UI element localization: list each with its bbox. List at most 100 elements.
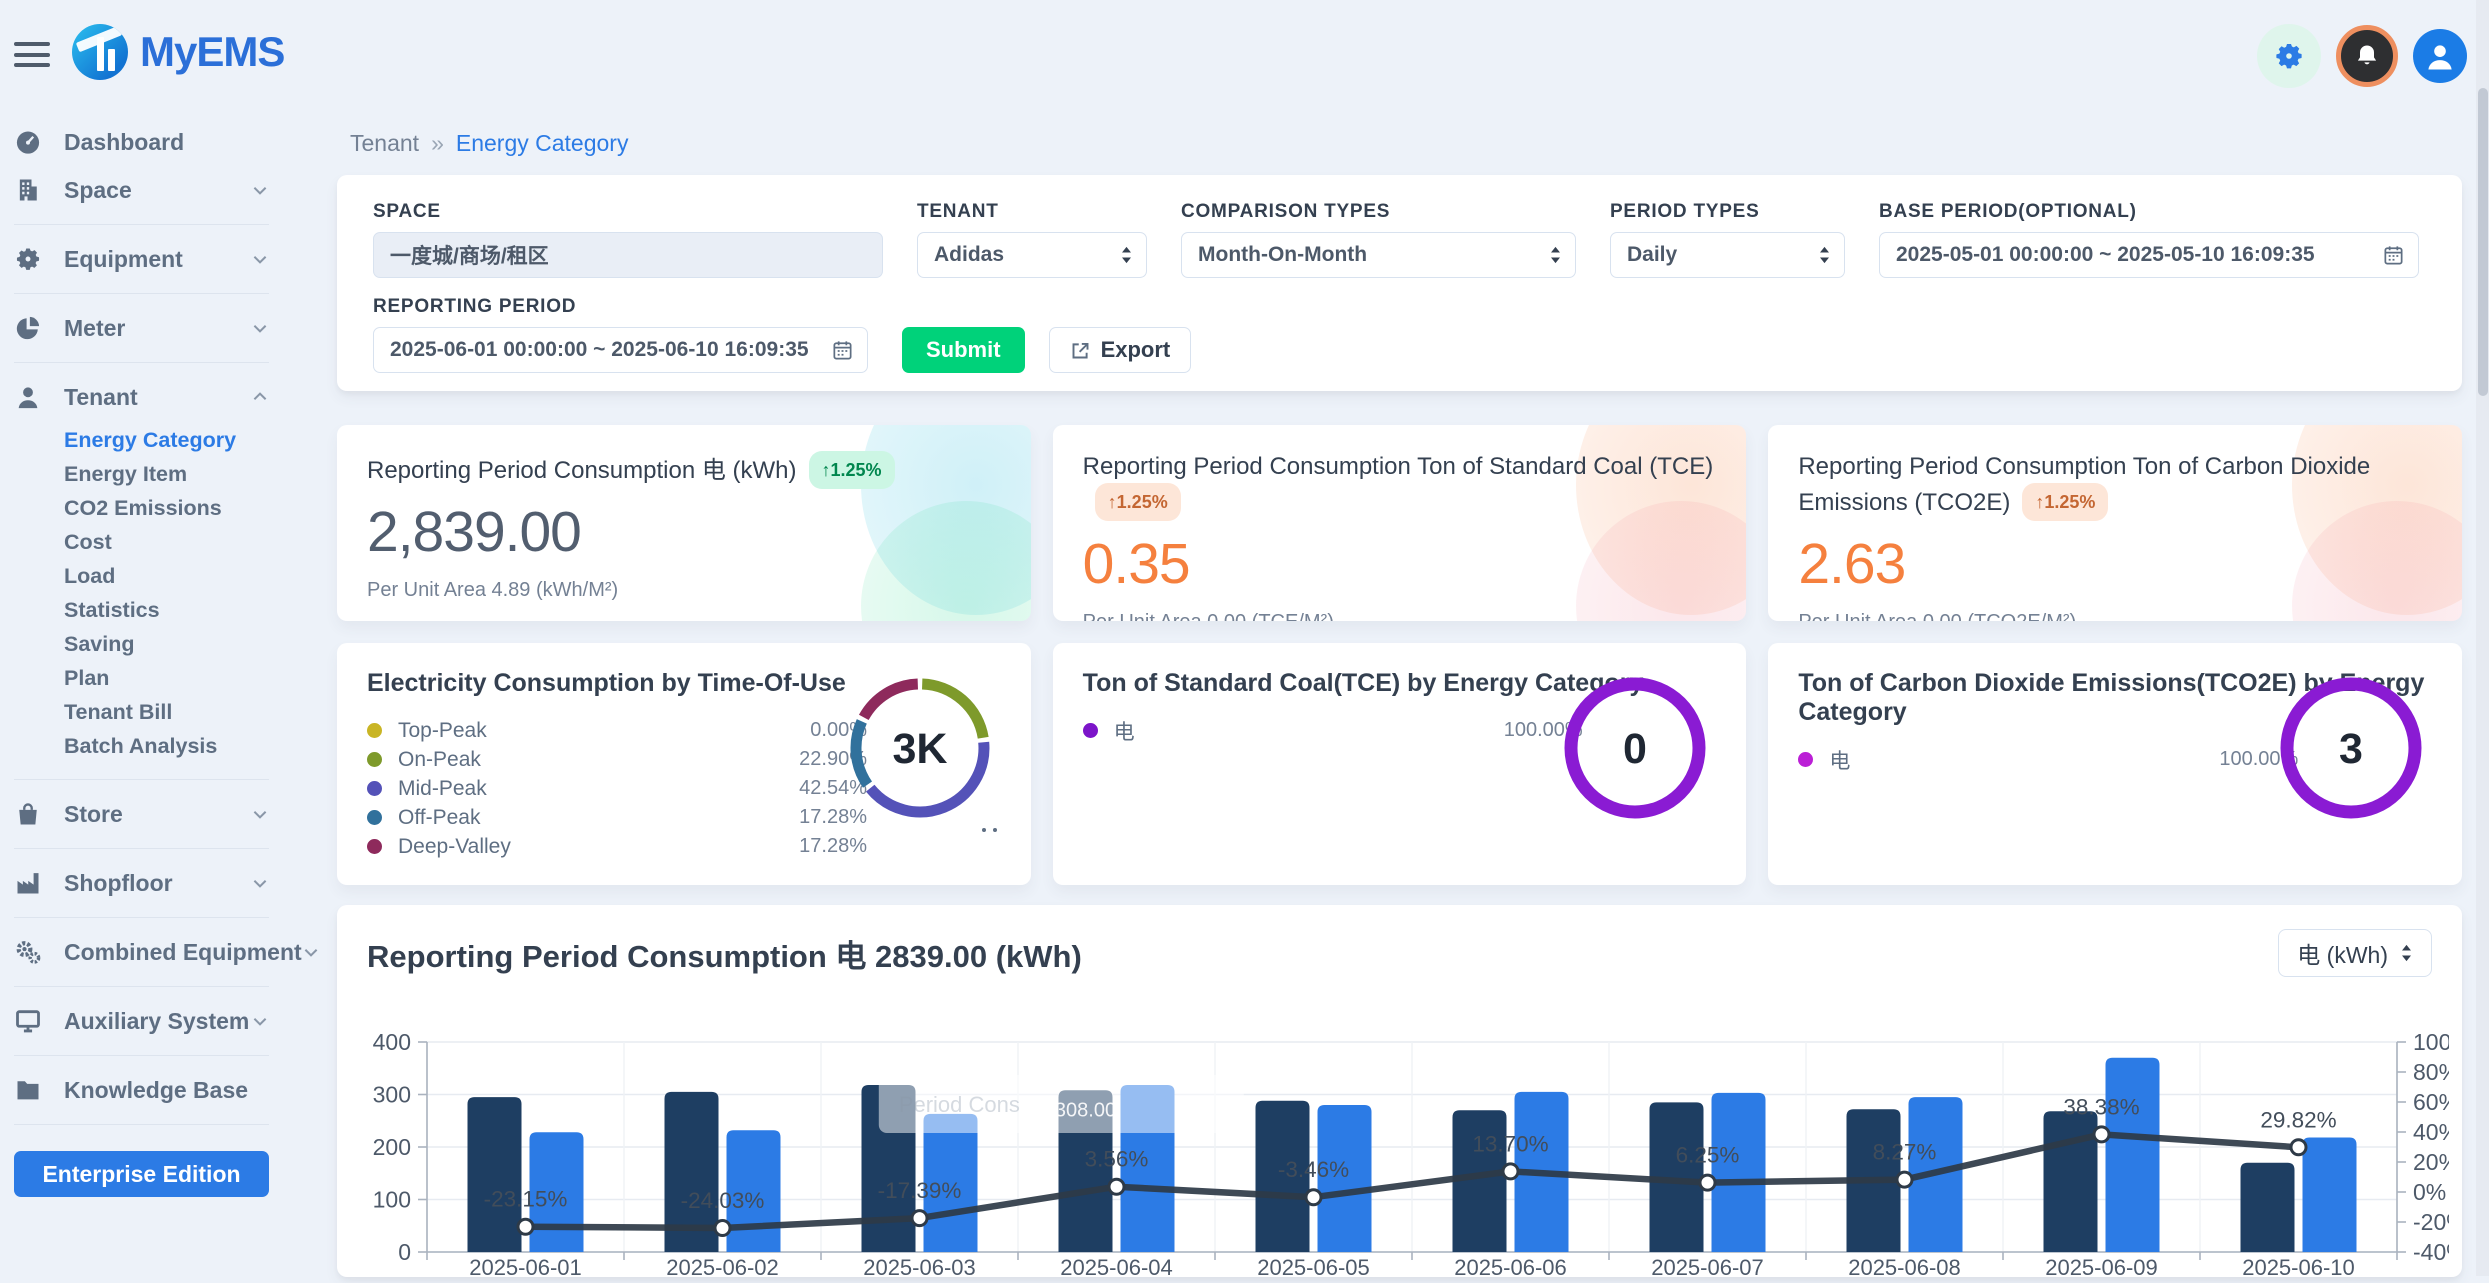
tenant-select[interactable]: Adidas bbox=[917, 232, 1147, 278]
sidebar-item-equipment[interactable]: Equipment bbox=[14, 235, 269, 283]
chevron-down-icon bbox=[251, 1012, 269, 1030]
space-label: SPACE bbox=[373, 201, 883, 223]
legend-dot-icon bbox=[367, 752, 382, 767]
comparison-select[interactable]: Month-On-Month bbox=[1181, 232, 1576, 278]
user-avatar-icon[interactable] bbox=[2413, 29, 2467, 83]
sidebar-item-combined-equipment[interactable]: Combined Equipment bbox=[14, 928, 269, 976]
kpi-title: Reporting Period Consumption Ton of Stan… bbox=[1083, 453, 1714, 480]
chevron-down-icon bbox=[251, 874, 269, 892]
legend-item[interactable]: Mid-Peak42.54% bbox=[367, 774, 867, 803]
sidebar-divider bbox=[14, 1055, 269, 1056]
donut-card-time-of-use: Electricity Consumption by Time-Of-Use T… bbox=[337, 643, 1031, 885]
sidebar-item-store[interactable]: Store bbox=[14, 790, 269, 838]
breadcrumb-separator: » bbox=[431, 130, 444, 157]
scrollbar-thumb[interactable] bbox=[2478, 88, 2488, 396]
svg-text:-3.46%: -3.46% bbox=[1278, 1157, 1349, 1182]
calendar-icon[interactable] bbox=[2382, 244, 2405, 267]
ellipsis-dots-icon bbox=[982, 828, 997, 832]
tenant-label: TENANT bbox=[917, 201, 1147, 223]
notification-bell-icon[interactable] bbox=[2336, 25, 2398, 87]
consumption-chart-card: Reporting Period Consumption 电 2839.00 (… bbox=[337, 905, 2462, 1277]
legend-label: 电 bbox=[1114, 716, 1504, 746]
sidebar-item-energy-category[interactable]: Energy Category bbox=[64, 423, 269, 457]
sidebar-item-cost[interactable]: Cost bbox=[64, 525, 269, 559]
hamburger-menu-icon[interactable] bbox=[14, 42, 52, 68]
filter-panel: SPACE TENANT Adidas COMPARISON TYPES Mon… bbox=[337, 175, 2462, 391]
sidebar-item-tenant-bill[interactable]: Tenant Bill bbox=[64, 695, 269, 729]
sidebar-item-meter[interactable]: Meter bbox=[14, 304, 269, 352]
base-period-input-value[interactable] bbox=[1896, 243, 2402, 267]
svg-text:Period Cons: Period Cons bbox=[899, 1092, 1020, 1117]
legend-dot-icon bbox=[367, 839, 382, 854]
bar-line-chart[interactable]: 4003002001000100%80%60%40%20%0%-20%-40%2… bbox=[349, 997, 2449, 1283]
svg-text:3: 3 bbox=[2339, 725, 2363, 773]
sidebar-item-statistics[interactable]: Statistics bbox=[64, 593, 269, 627]
svg-text:2025-06-08: 2025-06-08 bbox=[1848, 1255, 1961, 1278]
svg-text:3K: 3K bbox=[892, 725, 947, 773]
kpi-value: 2,839.00 bbox=[367, 499, 1001, 565]
sidebar-item-batch-analysis[interactable]: Batch Analysis bbox=[64, 729, 269, 763]
chart-title: Reporting Period Consumption 电 2839.00 (… bbox=[367, 931, 2432, 976]
donut-legend: Top-Peak0.00%On-Peak22.90%Mid-Peak42.54%… bbox=[367, 716, 867, 861]
legend-item[interactable]: Off-Peak17.28% bbox=[367, 803, 867, 832]
kpi-title: Reporting Period Consumption 电 (kWh) bbox=[367, 457, 797, 484]
sidebar-divider bbox=[14, 848, 269, 849]
svg-text:2025-06-09: 2025-06-09 bbox=[2045, 1255, 2158, 1278]
svg-text:-20%: -20% bbox=[2413, 1209, 2449, 1235]
svg-text:-40%: -40% bbox=[2413, 1239, 2449, 1265]
sidebar-item-shopfloor[interactable]: Shopfloor bbox=[14, 859, 269, 907]
space-input[interactable] bbox=[373, 232, 883, 278]
sidebar-item-load[interactable]: Load bbox=[64, 559, 269, 593]
legend-item[interactable]: 电100.00% bbox=[1798, 745, 2298, 774]
kpi-subtitle: Per Unit Area 4.89 (kWh/M²) bbox=[367, 579, 1001, 602]
page-scrollbar[interactable] bbox=[2476, 0, 2489, 1276]
legend-dot-icon bbox=[1798, 752, 1813, 767]
export-button[interactable]: Export bbox=[1049, 327, 1192, 373]
brand-name: MyEMS bbox=[140, 28, 284, 76]
svg-text:100%: 100% bbox=[2413, 1029, 2449, 1055]
sidebar-item-tenant[interactable]: Tenant bbox=[14, 373, 269, 421]
sidebar-item-space[interactable]: Space bbox=[14, 166, 269, 214]
legend-item[interactable]: On-Peak22.90% bbox=[367, 745, 867, 774]
sidebar-item-plan[interactable]: Plan bbox=[64, 661, 269, 695]
submit-button[interactable]: Submit bbox=[902, 327, 1025, 373]
legend-label: Top-Peak bbox=[398, 719, 810, 743]
sidebar-divider bbox=[14, 917, 269, 918]
sidebar-item-energy-item[interactable]: Energy Item bbox=[64, 457, 269, 491]
period-type-select[interactable]: Daily bbox=[1610, 232, 1845, 278]
brand-logo[interactable]: MyEMS bbox=[72, 24, 284, 80]
unit-selector-dropdown[interactable]: 电 (kWh) bbox=[2278, 929, 2432, 977]
legend-label: Off-Peak bbox=[398, 806, 799, 830]
calendar-icon[interactable] bbox=[831, 339, 854, 362]
breadcrumb-parent[interactable]: Tenant bbox=[350, 130, 419, 157]
svg-text:400: 400 bbox=[373, 1029, 411, 1055]
kpi-value: 0.35 bbox=[1083, 531, 1717, 597]
legend-item[interactable]: Top-Peak0.00% bbox=[367, 716, 867, 745]
legend-item[interactable]: 电100.00% bbox=[1083, 716, 1583, 745]
reporting-period-input[interactable] bbox=[373, 327, 868, 373]
svg-text:100: 100 bbox=[373, 1187, 411, 1213]
svg-text:3.56%: 3.56% bbox=[1085, 1147, 1149, 1172]
sidebar-item-saving[interactable]: Saving bbox=[64, 627, 269, 661]
sidebar-item-dashboard[interactable]: Dashboard bbox=[14, 118, 269, 166]
sidebar-item-label: Tenant bbox=[64, 384, 251, 411]
settings-gear-icon[interactable] bbox=[2257, 24, 2321, 88]
svg-text:-23.15%: -23.15% bbox=[484, 1187, 568, 1212]
kpi-card-tco2e: Reporting Period Consumption Ton of Carb… bbox=[1768, 425, 2462, 621]
svg-text:20%: 20% bbox=[2413, 1149, 2449, 1175]
factory-icon bbox=[14, 869, 42, 897]
breadcrumb-current[interactable]: Energy Category bbox=[456, 130, 629, 157]
chevron-down-icon bbox=[251, 181, 269, 199]
sidebar-item-co2-emissions[interactable]: CO2 Emissions bbox=[64, 491, 269, 525]
space-input-value[interactable] bbox=[390, 243, 866, 267]
kpi-cards-row: Reporting Period Consumption 电 (kWh)↑1.2… bbox=[337, 425, 2462, 621]
sidebar-item-knowledge-base[interactable]: Knowledge Base bbox=[14, 1066, 269, 1114]
sidebar-item-auxiliary-system[interactable]: Auxiliary System bbox=[14, 997, 269, 1045]
legend-item[interactable]: Deep-Valley17.28% bbox=[367, 832, 867, 861]
kpi-card-electricity: Reporting Period Consumption 电 (kWh)↑1.2… bbox=[337, 425, 1031, 621]
enterprise-edition-button[interactable]: Enterprise Edition bbox=[14, 1151, 269, 1197]
base-period-input[interactable] bbox=[1879, 232, 2419, 278]
reporting-period-field-group: REPORTING PERIOD bbox=[373, 296, 868, 373]
reporting-period-input-value[interactable] bbox=[390, 338, 851, 362]
svg-text:-24.03%: -24.03% bbox=[681, 1188, 765, 1213]
